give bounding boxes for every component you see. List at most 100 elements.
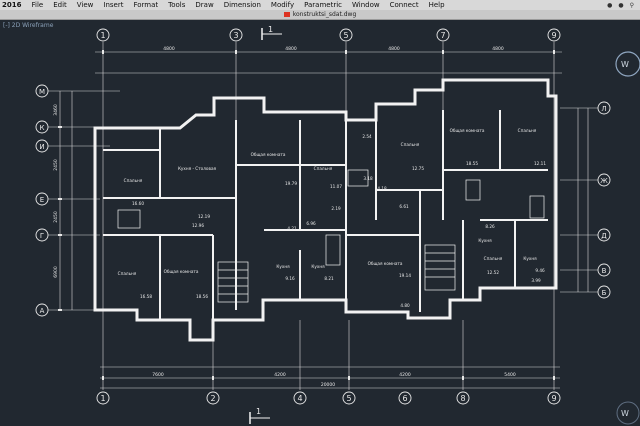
menu-file[interactable]: File: [26, 0, 48, 10]
room-area: 16.58: [140, 294, 152, 299]
section-mark-bottom: 1: [249, 407, 270, 424]
area-label: 6.96: [306, 221, 316, 226]
title-bar: konstruktsi_sdat.dwg: [0, 10, 640, 20]
room-name: Общая комната: [251, 152, 286, 157]
status-icons: ● ● ⚲: [607, 2, 640, 9]
axis-bottom-2: 2: [210, 394, 215, 403]
axis-lines: [48, 42, 605, 390]
axis-left-e: Е: [40, 196, 44, 204]
dim-bottom-1: 7600: [152, 372, 164, 378]
menu-insert[interactable]: Insert: [98, 0, 128, 10]
menu-dimension[interactable]: Dimension: [219, 0, 266, 10]
axis-left-a: А: [40, 307, 45, 315]
spotlight-icon[interactable]: ⚲: [630, 2, 634, 9]
grid-bubbles-left: М К И Е Г А: [35, 84, 49, 317]
section-label-bottom: 1: [256, 407, 261, 416]
drawing-canvas[interactable]: 4800 4800 4800 4800 20000 7600 4200 4200…: [0, 20, 640, 426]
room-area: 8.26: [485, 224, 495, 229]
room-name: Кухня: [276, 264, 290, 269]
menu-parametric[interactable]: Parametric: [299, 0, 347, 10]
room-name: Кухня: [478, 238, 492, 243]
room-name: Кухня - Столовая: [178, 166, 217, 171]
axis-left-g: Г: [40, 232, 44, 240]
app-menu[interactable]: 2016: [0, 0, 26, 10]
room-name: Спальня: [401, 142, 420, 147]
area-label: 4.18: [377, 186, 387, 191]
menu-view[interactable]: View: [72, 0, 99, 10]
dim-bottom-4: 5400: [504, 372, 516, 378]
viewcube-mirror: W: [616, 401, 640, 425]
axis-right-l: Л: [601, 105, 606, 113]
menu-format[interactable]: Format: [128, 0, 163, 10]
axis-bottom-1: 1: [100, 394, 105, 403]
axis-top-9: 9: [551, 31, 556, 40]
menu-window[interactable]: Window: [347, 0, 385, 10]
menu-edit[interactable]: Edit: [48, 0, 72, 10]
dim-left-1: 3460: [53, 104, 59, 116]
menu-connect[interactable]: Connect: [385, 0, 424, 10]
axis-bottom-8: 8: [460, 394, 465, 403]
area-label: 3.18: [363, 176, 373, 181]
dim-left-4: 6900: [53, 266, 59, 278]
axis-bottom-5: 5: [346, 394, 351, 403]
grid-bubbles-bottom: 1 2 4 5 6 8 9: [96, 391, 561, 405]
room-name: Общая комната: [368, 261, 403, 266]
room-name: Кухня: [523, 256, 537, 261]
dim-top-2: 4800: [285, 46, 297, 52]
area-label: 2.19: [331, 206, 341, 211]
dimension-ticks: [58, 50, 555, 380]
dim-bottom-2: 4200: [274, 372, 286, 378]
axis-top-1: 1: [100, 31, 105, 40]
dim-top-3: 4800: [388, 46, 400, 52]
room-name: Спальня: [124, 178, 143, 183]
grid-bubbles-right: Л Ж Д В Б: [597, 101, 611, 299]
room-area: 16.60: [132, 201, 144, 206]
axis-top-7: 7: [440, 31, 445, 40]
area-label: 2.54: [362, 134, 372, 139]
section-mark-top: 1: [261, 25, 282, 40]
area-label: 6.61: [399, 204, 409, 209]
menu-draw[interactable]: Draw: [190, 0, 218, 10]
viewcube[interactable]: W: [615, 51, 640, 77]
grid-bubbles-top: 1 3 5 7 9: [96, 28, 561, 42]
area-label: 4.21: [287, 226, 297, 231]
dim-top-4: 4800: [492, 46, 504, 52]
room-name: Общая комната: [450, 128, 485, 133]
dim-top-1: 4800: [163, 46, 175, 52]
room-area: 11.07: [330, 184, 342, 189]
axis-top-5: 5: [343, 31, 348, 40]
room-area: 19.79: [285, 181, 297, 186]
room-name: Кухня: [311, 264, 325, 269]
viewcube-label-bottom: W: [621, 409, 629, 418]
document-title: konstruktsi_sdat.dwg: [0, 10, 640, 19]
room-area: 18.56: [196, 294, 208, 299]
wifi-icon: ●: [607, 1, 613, 9]
bluetooth-icon: ●: [618, 1, 624, 9]
room-name: Спальня: [314, 166, 333, 171]
axis-right-d: Д: [601, 232, 607, 240]
room-area: 12.75: [412, 166, 424, 171]
axis-left-m: М: [39, 88, 45, 96]
room-name: Спальня: [518, 128, 537, 133]
room-area: 12.52: [487, 270, 499, 275]
document-title-text: konstruktsi_sdat.dwg: [292, 11, 357, 18]
axis-left-i: И: [39, 143, 44, 151]
viewport-label[interactable]: [-] 2D Wireframe: [3, 22, 53, 29]
dim-bottom-3: 4200: [399, 372, 411, 378]
viewcube-label: W: [621, 60, 629, 69]
area-label: 4.80: [400, 303, 410, 308]
axis-right-zh: Ж: [600, 177, 608, 185]
axis-right-v: В: [602, 267, 607, 275]
room-area: 19.14: [399, 273, 411, 278]
room-name: Общая комната: [164, 269, 199, 274]
axis-right-b: Б: [602, 289, 607, 297]
dwg-file-icon: [283, 12, 290, 17]
menu-tools[interactable]: Tools: [163, 0, 190, 10]
axis-top-3: 3: [233, 31, 238, 40]
section-label-top: 1: [268, 25, 273, 34]
menu-help[interactable]: Help: [424, 0, 450, 10]
menu-bar: 2016 File Edit View Insert Format Tools …: [0, 0, 640, 10]
menu-modify[interactable]: Modify: [266, 0, 299, 10]
room-labels: Спальня 16.60 Кухня - Столовая 12.19 Общ…: [118, 128, 547, 299]
axis-left-k: К: [40, 124, 45, 132]
